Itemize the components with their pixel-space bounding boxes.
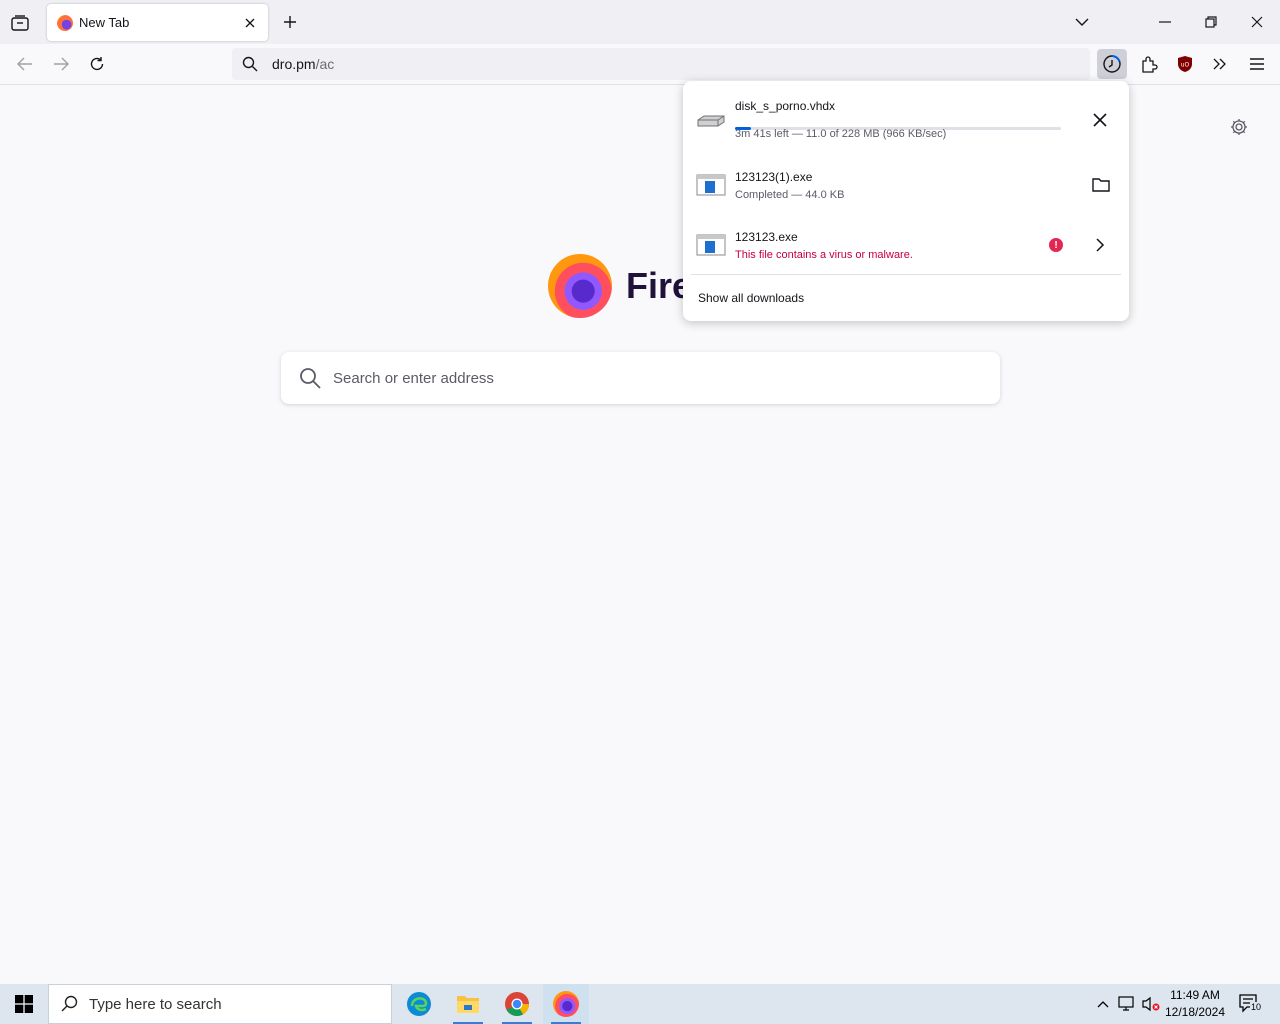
windows-logo-icon <box>15 995 33 1013</box>
arrow-left-icon <box>17 57 32 71</box>
back-button[interactable] <box>13 52 37 76</box>
cancel-download-button[interactable] <box>1088 108 1112 132</box>
exe-file-icon <box>696 234 726 256</box>
volume-muted-icon <box>1142 996 1160 1012</box>
chrome-icon <box>505 992 529 1017</box>
arrow-right-icon <box>54 57 69 71</box>
tab-close-button[interactable] <box>242 15 258 31</box>
notification-count: 10 <box>1250 1002 1263 1012</box>
minimize-icon <box>1159 21 1171 23</box>
downloads-panel: disk_s_porno.vhdx 3m 41s left — 11.0 of … <box>683 81 1129 321</box>
hamburger-menu-icon <box>1250 58 1264 70</box>
taskbar-search-placeholder: Type here to search <box>89 995 222 1013</box>
firefox-view-button[interactable] <box>8 11 32 35</box>
downloads-button[interactable] <box>1097 49 1127 79</box>
action-center-button[interactable]: 10 <box>1238 992 1263 1016</box>
download-item[interactable]: 123123(1).exe Completed — 44.0 KB <box>691 157 1121 215</box>
personalize-button[interactable] <box>1228 116 1250 138</box>
navigation-toolbar: dro.pm/ac uO <box>0 44 1280 85</box>
close-icon <box>245 18 255 27</box>
firefox-logo-icon <box>548 254 612 318</box>
chevrons-right-icon <box>1213 58 1226 70</box>
download-filename: 123123(1).exe <box>735 170 813 184</box>
list-all-tabs-button[interactable] <box>1070 10 1094 34</box>
taskbar-app-file-explorer[interactable] <box>445 984 491 1024</box>
network-button[interactable] <box>1115 992 1139 1016</box>
taskbar-search-box[interactable]: Type here to search <box>48 984 392 1024</box>
panel-divider <box>691 274 1121 275</box>
firefox-logo: Fire <box>548 254 692 318</box>
file-explorer-icon <box>457 996 479 1013</box>
download-item[interactable]: 123123.exe This file contains a virus or… <box>691 217 1121 275</box>
warning-icon: ! <box>1049 238 1063 252</box>
taskbar-app-chrome[interactable] <box>494 984 540 1024</box>
edge-icon <box>407 992 431 1016</box>
chevron-down-icon <box>1075 18 1089 26</box>
tab-strip: New Tab <box>0 0 1280 44</box>
show-all-downloads-button[interactable]: Show all downloads <box>698 291 804 305</box>
restore-button[interactable] <box>1199 10 1223 34</box>
download-details-button[interactable] <box>1088 233 1112 257</box>
chevron-up-icon <box>1097 1001 1109 1008</box>
url-text: dro.pm/ac <box>272 56 334 72</box>
download-malware-warning: This file contains a virus or malware. <box>735 249 913 261</box>
taskbar-app-firefox[interactable] <box>543 984 589 1024</box>
reload-button[interactable] <box>85 52 109 76</box>
search-icon <box>242 56 258 72</box>
ublock-origin-button[interactable]: uO <box>1170 49 1200 79</box>
newtab-search-box[interactable] <box>281 352 1000 404</box>
download-filename: 123123.exe <box>735 230 798 244</box>
download-item[interactable]: disk_s_porno.vhdx 3m 41s left — 11.0 of … <box>691 91 1121 149</box>
show-in-folder-button[interactable] <box>1089 173 1113 197</box>
search-icon <box>61 995 78 1012</box>
search-icon <box>300 368 321 389</box>
svg-text:uO: uO <box>1181 62 1190 69</box>
windows-taskbar: Type here to search 11:49 AM 12/18/2024 … <box>0 984 1280 1024</box>
clock-date: 12/18/2024 <box>1164 1005 1226 1019</box>
forward-button[interactable] <box>49 52 73 76</box>
download-status: 3m 41s left — 11.0 of 228 MB (966 KB/sec… <box>735 128 947 140</box>
restore-icon <box>1205 16 1217 28</box>
folder-icon <box>1092 178 1110 192</box>
disk-file-icon <box>697 115 725 127</box>
url-path: /ac <box>315 56 335 72</box>
download-status: Completed — 44.0 KB <box>735 189 845 201</box>
exe-file-icon <box>696 174 726 196</box>
puzzle-icon <box>1142 56 1158 73</box>
close-icon <box>1251 16 1263 28</box>
url-bar[interactable]: dro.pm/ac <box>232 48 1090 80</box>
network-icon <box>1118 996 1134 1011</box>
tab-new-tab[interactable]: New Tab <box>47 4 268 41</box>
newtab-search-input[interactable] <box>333 369 933 387</box>
window-close-button[interactable] <box>1245 10 1269 34</box>
firefox-view-icon <box>11 15 29 31</box>
clock-time: 11:49 AM <box>1170 988 1220 1002</box>
firefox-favicon-icon <box>57 14 73 31</box>
taskbar-app-edge[interactable] <box>396 984 442 1024</box>
gear-icon <box>1231 119 1247 135</box>
show-hidden-icons-button[interactable] <box>1091 992 1115 1016</box>
close-icon <box>1093 113 1107 127</box>
app-menu-button[interactable] <box>1242 49 1272 79</box>
url-host: dro.pm <box>272 56 316 72</box>
chevron-right-icon <box>1096 238 1105 252</box>
tab-title: New Tab <box>79 15 130 30</box>
reload-icon <box>90 57 104 71</box>
ublock-shield-icon: uO <box>1178 56 1192 72</box>
new-tab-button[interactable] <box>280 12 300 32</box>
downloads-progress-icon <box>1103 55 1121 73</box>
firefox-icon <box>553 991 579 1017</box>
taskbar-clock[interactable]: 11:49 AM 12/18/2024 <box>1160 987 1230 1021</box>
minimize-button[interactable] <box>1153 10 1177 34</box>
download-filename: disk_s_porno.vhdx <box>735 99 836 113</box>
extensions-button[interactable] <box>1134 49 1164 79</box>
more-tools-button[interactable] <box>1205 49 1235 79</box>
start-button[interactable] <box>0 984 48 1024</box>
plus-icon <box>284 16 296 28</box>
